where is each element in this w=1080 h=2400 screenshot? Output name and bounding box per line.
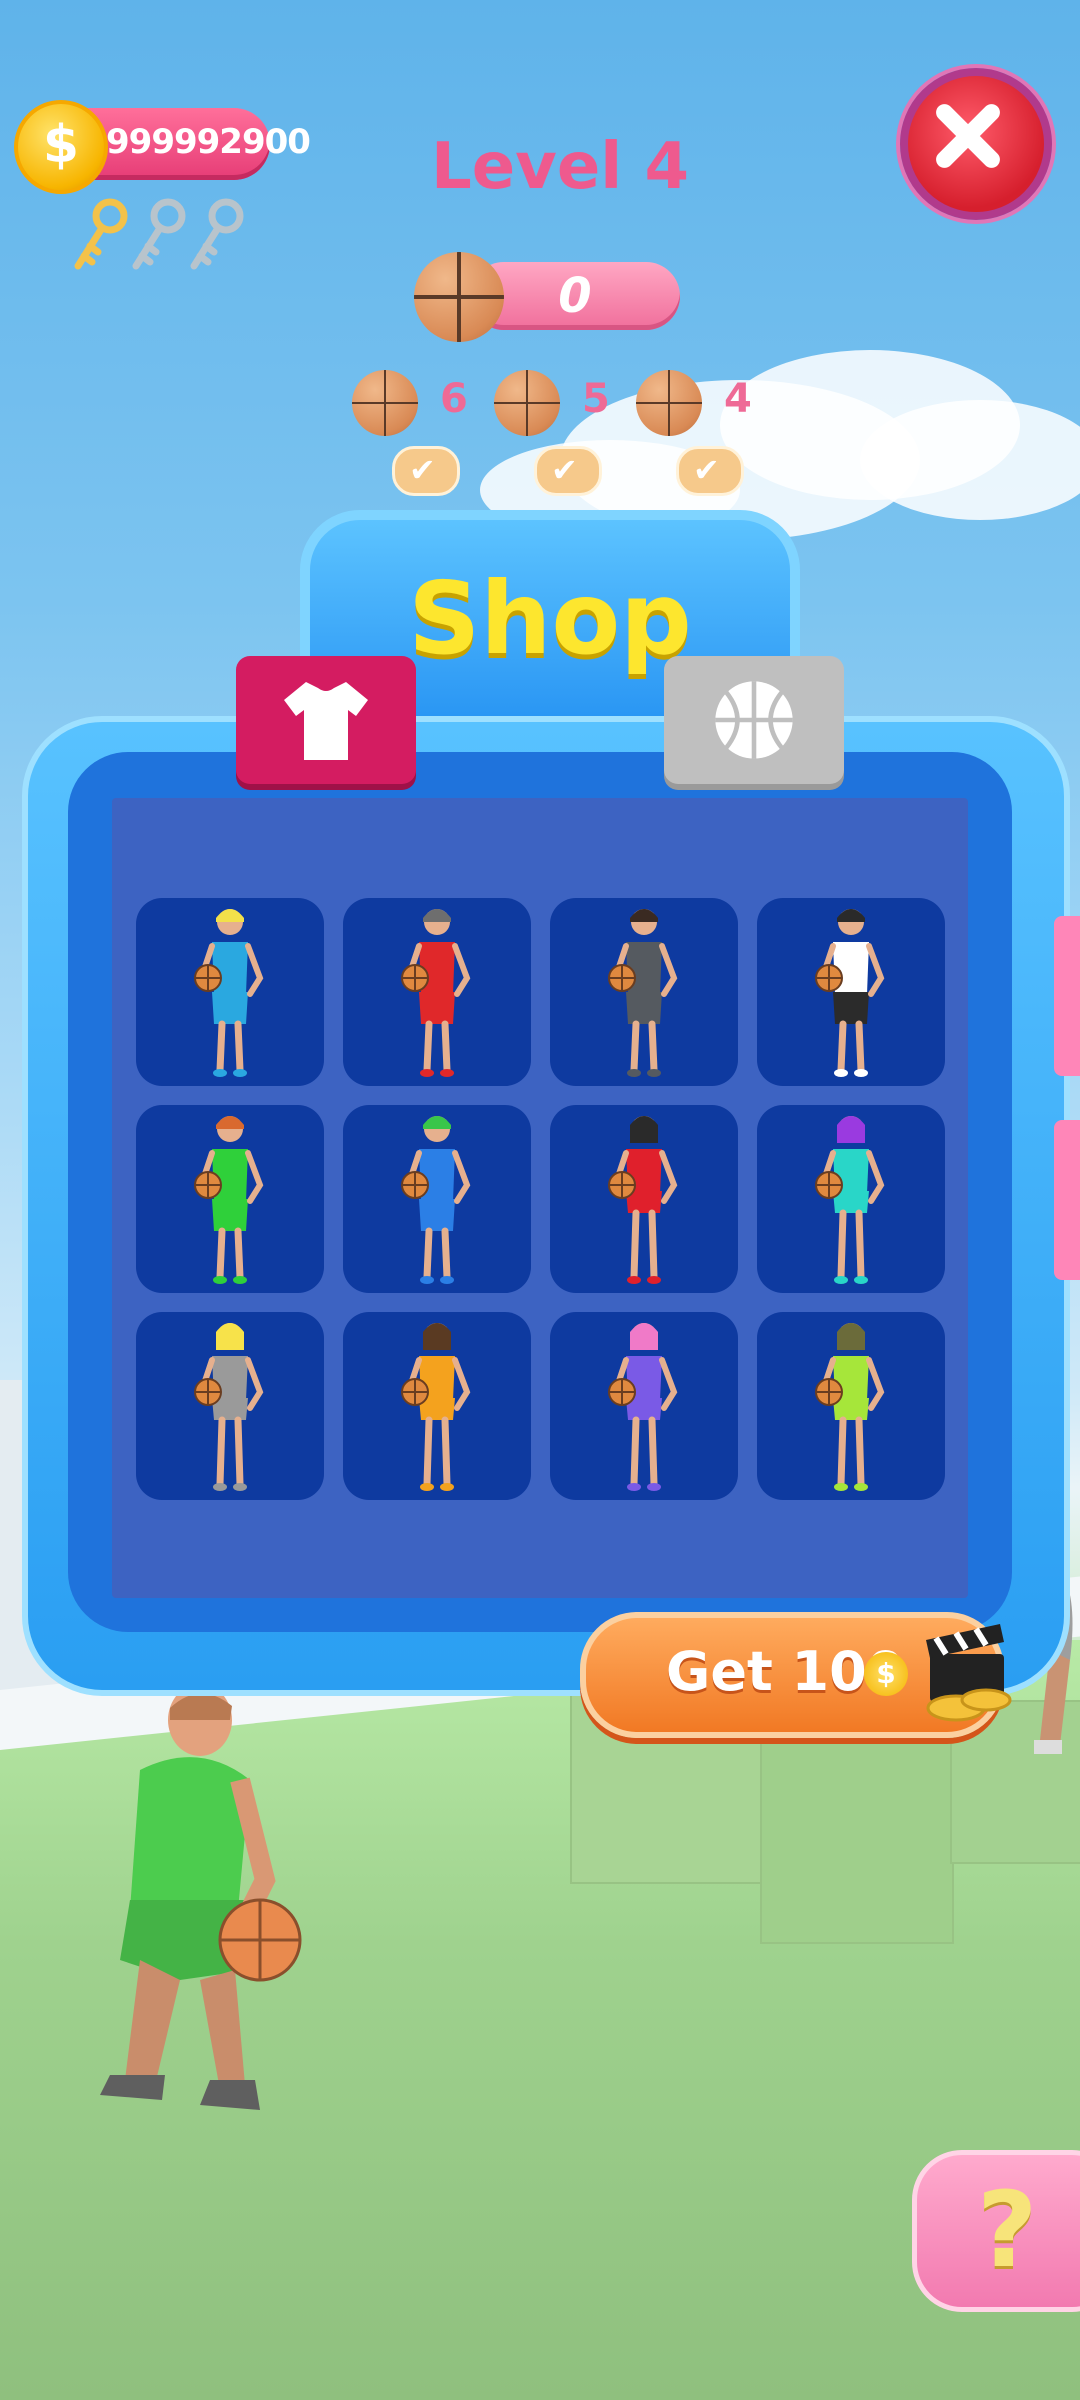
outfit-item[interactable] (550, 898, 738, 1086)
key-icon-empty (132, 198, 186, 270)
requirement-count: 5 (582, 376, 610, 422)
outfit-item[interactable] (136, 1105, 324, 1293)
coin-icon: $ (864, 1652, 908, 1696)
outfit-item[interactable] (550, 1312, 738, 1500)
outfit-item[interactable] (550, 1105, 738, 1293)
help-icon: ? (977, 2169, 1038, 2291)
check-badge: ✔ (676, 446, 744, 496)
coin-icon: $ (14, 100, 108, 194)
outfit-item[interactable] (757, 1105, 945, 1293)
close-icon (936, 104, 1000, 168)
help-button[interactable]: ? (912, 2150, 1080, 2312)
outfit-item[interactable] (343, 898, 531, 1086)
outfit-item[interactable] (343, 1105, 531, 1293)
level-title: Level 4 (430, 130, 690, 204)
basketball-icon (414, 252, 504, 342)
requirement-count: 6 (440, 376, 468, 422)
tshirt-icon (284, 682, 368, 760)
outfit-character (194, 1323, 264, 1491)
outfit-character (815, 1116, 885, 1284)
check-badge: ✔ (534, 446, 602, 496)
outfit-character (608, 909, 678, 1077)
player-character (100, 1684, 302, 2110)
outfit-item[interactable] (343, 1312, 531, 1500)
check-icon: ✔ (551, 451, 578, 489)
outfit-character (401, 1116, 471, 1284)
outfit-character (401, 909, 471, 1077)
outfit-item[interactable] (757, 898, 945, 1086)
outfit-character (401, 1323, 471, 1491)
key-icon-collected (74, 198, 128, 270)
video-ad-icon (926, 1624, 1012, 1722)
outfit-character (608, 1323, 678, 1491)
outfit-character (815, 1323, 885, 1491)
basketball-icon (352, 370, 418, 436)
coin-amount: 999992900 (106, 122, 311, 162)
tab-balls[interactable] (664, 656, 844, 784)
basketball-icon (715, 681, 793, 759)
side-tab (1054, 916, 1080, 1076)
check-badge: ✔ (392, 446, 460, 496)
key-icon-empty (190, 198, 244, 270)
check-icon: ✔ (409, 451, 436, 489)
outfit-item[interactable] (136, 898, 324, 1086)
outfit-item[interactable] (136, 1312, 324, 1500)
outfit-item[interactable] (757, 1312, 945, 1500)
close-button[interactable] (900, 68, 1052, 220)
outfit-character (608, 1116, 678, 1284)
basketball-icon (494, 370, 560, 436)
outfit-character (815, 909, 885, 1077)
basketball-icon (636, 370, 702, 436)
outfit-character (194, 1116, 264, 1284)
requirement-count: 4 (724, 376, 752, 422)
side-tab (1054, 1120, 1080, 1280)
check-icon: ✔ (693, 451, 720, 489)
tab-outfits[interactable] (236, 656, 416, 784)
outfit-character (194, 909, 264, 1077)
